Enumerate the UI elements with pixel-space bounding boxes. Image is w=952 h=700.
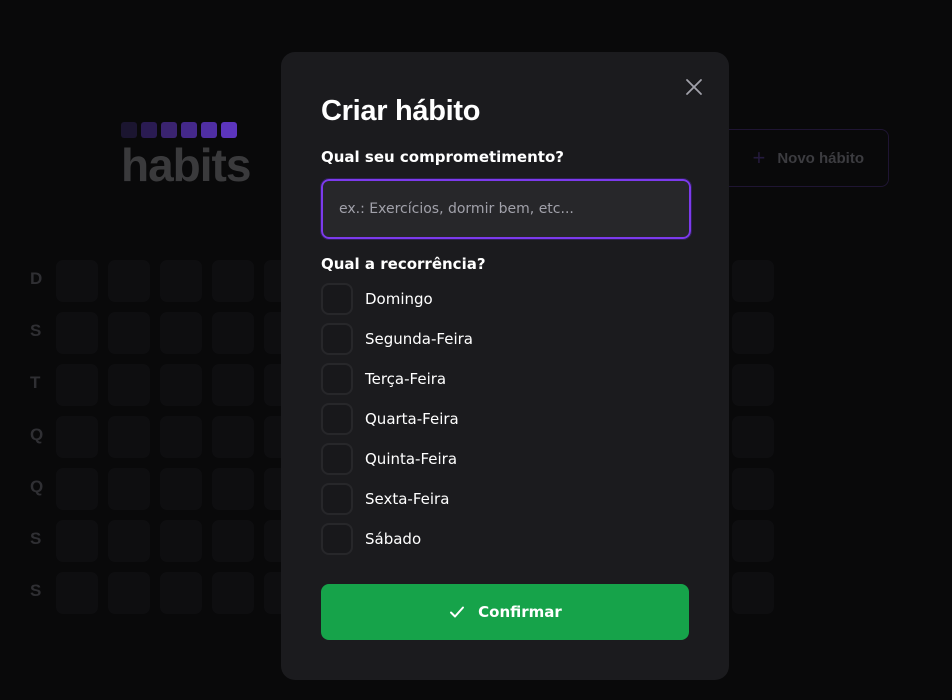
logo-square <box>161 122 177 138</box>
commitment-input[interactable] <box>320 178 692 240</box>
habit-day-cell <box>108 260 150 302</box>
weekday-label: S <box>30 529 42 548</box>
habit-day-cell <box>160 416 202 458</box>
weekday-label: T <box>30 373 41 392</box>
day-label: Domingo <box>365 290 433 308</box>
habit-day-cell <box>56 416 98 458</box>
logo-squares <box>121 122 250 138</box>
logo: habits <box>121 122 251 191</box>
habit-day-cell <box>212 468 254 510</box>
habit-day-cell <box>108 312 150 354</box>
confirm-label: Confirmar <box>478 603 562 621</box>
habit-day-cell <box>56 364 98 406</box>
checkbox[interactable] <box>321 483 353 515</box>
habit-day-cell <box>160 572 202 614</box>
logo-square <box>181 122 197 138</box>
habit-day-cell <box>732 312 774 354</box>
recurrence-label: Qual a recorrência? <box>321 255 486 273</box>
weekday-column: D S T Q Q S S <box>30 268 43 632</box>
habit-day-cell <box>160 520 202 562</box>
day-label: Quarta-Feira <box>365 410 459 428</box>
logo-square <box>141 122 157 138</box>
day-option-sexta[interactable]: Sexta-Feira <box>321 483 689 515</box>
habit-day-cell <box>108 572 150 614</box>
habit-day-cell <box>56 520 98 562</box>
habit-day-cell <box>56 312 98 354</box>
habit-day-cell <box>160 468 202 510</box>
day-label: Terça-Feira <box>365 370 447 388</box>
habit-day-cell <box>212 312 254 354</box>
logo-square <box>201 122 217 138</box>
weekday-label: Q <box>30 425 44 444</box>
create-habit-modal: Criar hábito Qual seu comprometimento? Q… <box>281 52 729 680</box>
checkbox[interactable] <box>321 403 353 435</box>
habit-day-cell <box>732 520 774 562</box>
plus-icon: + <box>752 145 766 170</box>
day-label: Segunda-Feira <box>365 330 473 348</box>
habit-day-cell <box>160 364 202 406</box>
habit-day-cell <box>108 416 150 458</box>
day-option-quarta[interactable]: Quarta-Feira <box>321 403 689 435</box>
logo-square <box>121 122 137 138</box>
habit-day-cell <box>56 260 98 302</box>
weekday-label: D <box>30 269 43 288</box>
logo-square <box>221 122 237 138</box>
day-option-domingo[interactable]: Domingo <box>321 283 689 315</box>
day-option-sabado[interactable]: Sábado <box>321 523 689 555</box>
habit-day-cell <box>732 364 774 406</box>
habit-day-cell <box>56 468 98 510</box>
habit-day-cell <box>732 416 774 458</box>
day-label: Quinta-Feira <box>365 450 458 468</box>
habit-day-cell <box>108 468 150 510</box>
habit-day-cell <box>212 572 254 614</box>
checkbox[interactable] <box>321 363 353 395</box>
recurrence-days-list: Domingo Segunda-Feira Terça-Feira Quarta… <box>321 283 689 555</box>
close-button[interactable] <box>683 76 705 98</box>
day-option-terca[interactable]: Terça-Feira <box>321 363 689 395</box>
logo-text: habits <box>121 139 251 191</box>
checkbox[interactable] <box>321 323 353 355</box>
day-option-quinta[interactable]: Quinta-Feira <box>321 443 689 475</box>
habit-day-cell <box>212 260 254 302</box>
checkbox[interactable] <box>321 443 353 475</box>
weekday-label: S <box>30 321 42 340</box>
habit-day-cell <box>56 572 98 614</box>
new-habit-button: + Novo hábito <box>706 129 889 187</box>
habit-day-cell <box>160 260 202 302</box>
weekday-label: S <box>30 581 42 600</box>
habit-day-cell <box>212 416 254 458</box>
habit-day-cell <box>732 468 774 510</box>
weekday-label: Q <box>30 477 44 496</box>
modal-title: Criar hábito <box>321 95 481 127</box>
check-icon <box>450 606 465 618</box>
day-label: Sexta-Feira <box>365 490 450 508</box>
habit-day-cell <box>212 520 254 562</box>
habit-day-cell <box>108 364 150 406</box>
habit-day-cell <box>732 572 774 614</box>
new-habit-label: Novo hábito <box>777 149 864 167</box>
habit-day-cell <box>212 364 254 406</box>
confirm-button[interactable]: Confirmar <box>321 584 689 640</box>
commitment-label: Qual seu comprometimento? <box>321 148 564 166</box>
day-label: Sábado <box>365 530 422 548</box>
day-option-segunda[interactable]: Segunda-Feira <box>321 323 689 355</box>
habit-day-cell <box>732 260 774 302</box>
checkbox[interactable] <box>321 523 353 555</box>
close-icon <box>686 79 702 95</box>
habit-day-cell <box>160 312 202 354</box>
habit-day-cell <box>108 520 150 562</box>
checkbox[interactable] <box>321 283 353 315</box>
